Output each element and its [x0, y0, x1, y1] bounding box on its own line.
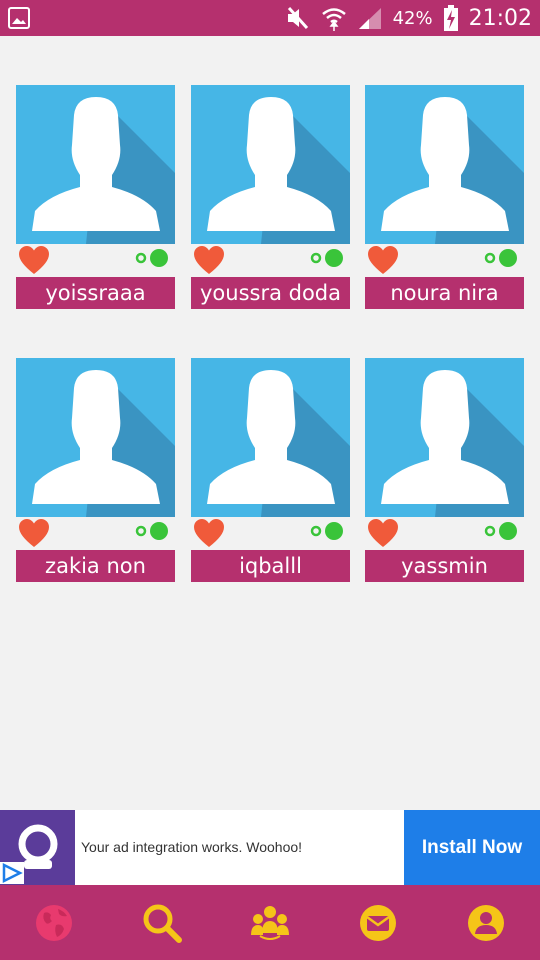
avatar[interactable]	[365, 85, 524, 244]
default-avatar-icon	[207, 370, 350, 517]
online-status-icon	[484, 249, 517, 267]
default-avatar-icon	[207, 97, 350, 244]
avatar[interactable]	[16, 358, 175, 517]
default-avatar-icon	[381, 97, 524, 244]
status-bar: 42% 21:02	[0, 0, 540, 36]
online-status-icon	[310, 249, 343, 267]
battery-percent: 42%	[392, 7, 433, 29]
bottom-nav	[0, 885, 540, 960]
wifi-icon	[321, 8, 346, 31]
online-status-icon	[135, 522, 168, 540]
online-status-icon	[310, 522, 343, 540]
avatar[interactable]	[365, 358, 524, 517]
heart-icon[interactable]	[18, 245, 50, 275]
search-icon[interactable]	[142, 903, 182, 943]
heart-icon[interactable]	[367, 245, 399, 275]
avatar[interactable]	[191, 85, 350, 244]
gallery-icon	[8, 7, 30, 29]
globe-icon[interactable]	[34, 903, 74, 943]
default-avatar-icon	[32, 97, 175, 244]
profile-name[interactable]: youssra doda	[191, 277, 350, 309]
avatar[interactable]	[16, 85, 175, 244]
online-status-icon	[484, 522, 517, 540]
install-now-button[interactable]: Install Now	[404, 810, 540, 885]
ad-banner[interactable]: Your ad integration works. Woohoo! Insta…	[0, 810, 540, 885]
heart-icon[interactable]	[193, 518, 225, 548]
heart-icon[interactable]	[193, 245, 225, 275]
people-icon[interactable]	[250, 903, 290, 943]
profile-name[interactable]: zakia non	[16, 550, 175, 582]
heart-icon[interactable]	[367, 518, 399, 548]
mail-icon[interactable]	[358, 903, 398, 943]
signal-icon	[358, 8, 381, 29]
default-avatar-icon	[381, 370, 524, 517]
online-status-icon	[135, 249, 168, 267]
ad-text[interactable]: Your ad integration works. Woohoo!	[81, 810, 302, 885]
profile-name[interactable]: yoissraaa	[16, 277, 175, 309]
adchoices-icon[interactable]	[0, 862, 24, 884]
avatar[interactable]	[191, 358, 350, 517]
clock: 21:02	[468, 5, 532, 31]
default-avatar-icon	[32, 370, 175, 517]
profile-name[interactable]: yassmin	[365, 550, 524, 582]
heart-icon[interactable]	[18, 518, 50, 548]
mute-icon	[287, 6, 308, 30]
profile-name[interactable]: iqballl	[191, 550, 350, 582]
battery-charging-icon	[443, 5, 458, 31]
profile-icon[interactable]	[466, 903, 506, 943]
profile-name[interactable]: noura nira	[365, 277, 524, 309]
